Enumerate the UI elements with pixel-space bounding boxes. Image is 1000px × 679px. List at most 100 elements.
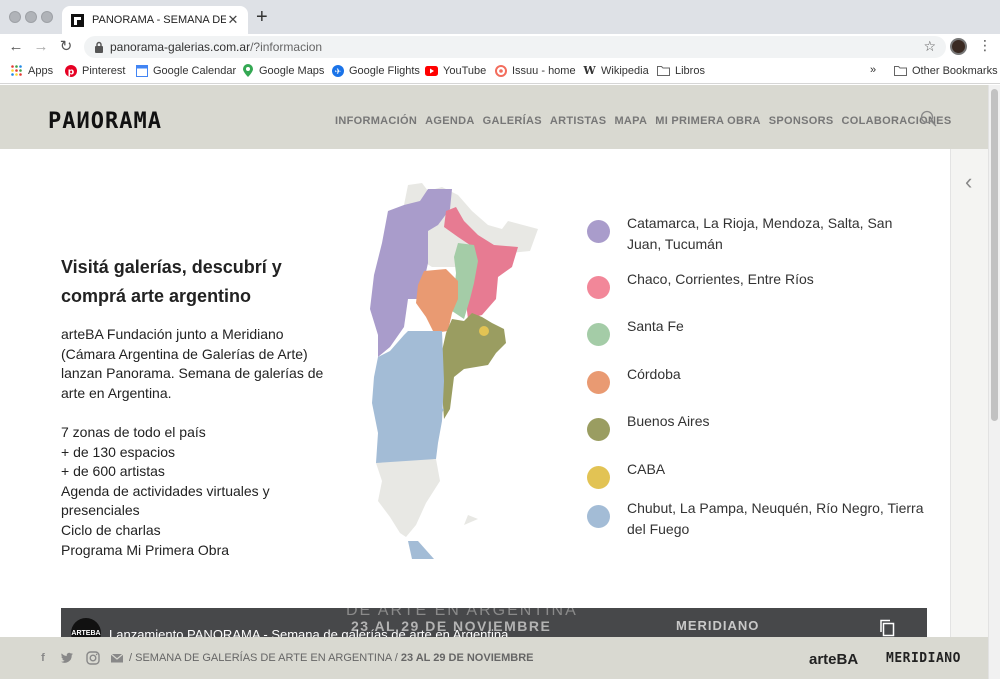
pinterest-icon: p — [64, 64, 77, 77]
bookmark-label: Issuu - home — [512, 64, 576, 77]
tab-close-icon[interactable]: ✕ — [226, 12, 240, 28]
legend-label: Chaco, Corrientes, Entre Ríos — [627, 271, 814, 287]
url-path: /?informacion — [250, 40, 323, 54]
browser-tab[interactable]: PANORAMA - SEMANA DE GALERÍAS ✕ — [62, 6, 248, 34]
site-header: PAИORAMA INFORMACIÓN AGENDA GALERÍAS ART… — [0, 85, 988, 149]
bookmark-label: Pinterest — [82, 64, 126, 77]
footer-tagline: / SEMANA DE GALERÍAS DE ARTE EN ARGENTIN… — [129, 652, 533, 664]
video-bg-brand: MERIDIANO — [676, 618, 760, 633]
legend-dot — [587, 505, 610, 528]
legend-dot — [587, 323, 610, 346]
window-zoom-button[interactable] — [41, 11, 53, 23]
tab-title: PANORAMA - SEMANA DE GALERÍAS — [92, 14, 226, 26]
bookmark-google-maps[interactable]: Google Maps — [241, 64, 324, 77]
bookmark-label: Google Flights — [349, 64, 420, 77]
arteba-logo[interactable]: arteBA — [809, 651, 858, 668]
meridiano-logo[interactable]: MERIDIANO — [886, 651, 961, 666]
facebook-icon[interactable]: f — [36, 651, 50, 665]
bookmark-label: Other Bookmarks — [912, 64, 998, 77]
more-bookmarks-label: » — [870, 64, 877, 76]
fact-item: Programa Mi Primera Obra — [61, 541, 230, 558]
legend-label: CABA — [627, 461, 666, 477]
legend-item: Santa Fe — [587, 316, 927, 346]
nav-mi-primera-obra[interactable]: MI PRIMERA OBRA — [655, 115, 761, 127]
panorama-favicon-icon — [70, 13, 84, 27]
bookmark-issuu[interactable]: Issuu - home — [494, 64, 576, 77]
twitter-icon[interactable] — [60, 651, 74, 665]
bookmark-wikipedia[interactable]: W Wikipedia — [583, 64, 648, 77]
mail-icon[interactable] — [110, 651, 124, 665]
legend-dot — [587, 220, 610, 243]
forward-arrow-icon[interactable]: → — [32, 38, 50, 56]
bookmark-other[interactable]: Other Bookmarks — [894, 64, 998, 77]
url-input[interactable]: panorama-galerias.com.ar/?informacion ☆ — [84, 36, 946, 58]
map-region-caba — [479, 326, 489, 336]
legend-dot — [587, 276, 610, 299]
legend-item: Chubut, La Pampa, Neuquén, Río Negro, Ti… — [587, 498, 927, 540]
nav-artistas[interactable]: ARTISTAS — [550, 115, 607, 127]
svg-text:p: p — [67, 67, 74, 77]
legend-dot — [587, 418, 610, 441]
browser-menu-icon[interactable]: ⋮ — [978, 37, 992, 54]
bookmark-label: Libros — [675, 64, 705, 77]
maps-pin-icon — [241, 64, 254, 77]
scrollbar-thumb[interactable] — [991, 89, 998, 421]
bookmark-pinterest[interactable]: p Pinterest — [64, 64, 125, 77]
legend-item: Córdoba — [587, 364, 927, 394]
fact-item: + de 600 artistas — [61, 463, 165, 480]
intro-paragraph: arteBA Fundación junto a Meridiano (Cáma… — [61, 326, 324, 401]
browser-tab-bar: PANORAMA - SEMANA DE GALERÍAS ✕ + — [0, 0, 1000, 34]
window-minimize-button[interactable] — [25, 11, 37, 23]
page-scrollbar[interactable] — [988, 85, 1000, 679]
search-icon[interactable] — [920, 110, 938, 128]
panorama-logo[interactable]: PAИORAMA — [48, 111, 162, 133]
map-region-other — [464, 515, 478, 525]
bookmark-youtube[interactable]: YouTube — [425, 64, 486, 77]
more-bookmarks-chevron-icon[interactable]: » — [870, 64, 876, 76]
window-close-button[interactable] — [9, 11, 21, 23]
chevron-left-icon: ‹ — [965, 169, 973, 194]
sidebar-toggle[interactable]: ‹ — [950, 149, 988, 637]
legend-item: Buenos Aires — [587, 411, 927, 441]
lock-icon — [95, 41, 103, 53]
nav-sponsors[interactable]: SPONSORS — [769, 115, 834, 127]
calendar-icon — [135, 64, 148, 77]
nav-informacion[interactable]: INFORMACIÓN — [335, 115, 417, 127]
nav-mapa[interactable]: MAPA — [614, 115, 647, 127]
bookmark-star-icon[interactable]: ☆ — [923, 38, 936, 55]
nav-galerias[interactable]: GALERÍAS — [483, 115, 542, 127]
fact-item: Agenda de actividades virtuales y presen… — [61, 482, 270, 519]
legend-label: Catamarca, La Rioja, Mendoza, Salta, San… — [627, 215, 893, 252]
folder-icon — [894, 64, 907, 77]
instagram-icon[interactable] — [86, 651, 100, 665]
back-arrow-icon[interactable]: ← — [7, 38, 25, 56]
intro-body: arteBA Fundación junto a Meridiano (Cáma… — [61, 325, 331, 560]
legend-dot — [587, 466, 610, 489]
bookmark-label: YouTube — [443, 64, 487, 77]
new-tab-button[interactable]: + — [256, 7, 268, 27]
legend-dot — [587, 371, 610, 394]
bookmark-google-calendar[interactable]: Google Calendar — [135, 64, 236, 77]
profile-avatar[interactable] — [950, 38, 967, 55]
bookmark-libros[interactable]: Libros — [657, 64, 705, 77]
copy-link-icon[interactable] — [879, 619, 895, 637]
nav-agenda[interactable]: AGENDA — [425, 115, 474, 127]
apps-grid-icon — [10, 64, 23, 77]
bookmark-apps[interactable]: Apps — [10, 64, 53, 77]
intro-facts: 7 zonas de todo el país + de 130 espacio… — [61, 423, 331, 560]
intro-heading: Visitá galerías, descubrí y comprá arte … — [61, 257, 282, 306]
bookmark-google-flights[interactable]: ✈ Google Flights — [331, 64, 420, 77]
bookmarks-bar: Apps p Pinterest Google Calendar Google … — [0, 60, 1000, 84]
bookmark-label: Google Calendar — [153, 64, 237, 77]
fact-item: + de 130 espacios — [61, 443, 176, 460]
address-bar-row: ← → ↻ panorama-galerias.com.ar/?informac… — [0, 34, 1000, 60]
legend-item: Chaco, Corrientes, Entre Ríos — [587, 269, 927, 299]
svg-text:✈: ✈ — [334, 67, 341, 76]
legend-label: Córdoba — [627, 366, 681, 382]
legend-item: Catamarca, La Rioja, Mendoza, Salta, San… — [587, 213, 927, 255]
fact-item: Ciclo de charlas — [61, 521, 161, 538]
reload-icon[interactable]: ↻ — [57, 38, 75, 56]
legend-label: Chubut, La Pampa, Neuquén, Río Negro, Ti… — [627, 500, 924, 537]
map-region-patagonia — [408, 541, 434, 559]
legend-label: Buenos Aires — [627, 413, 710, 429]
